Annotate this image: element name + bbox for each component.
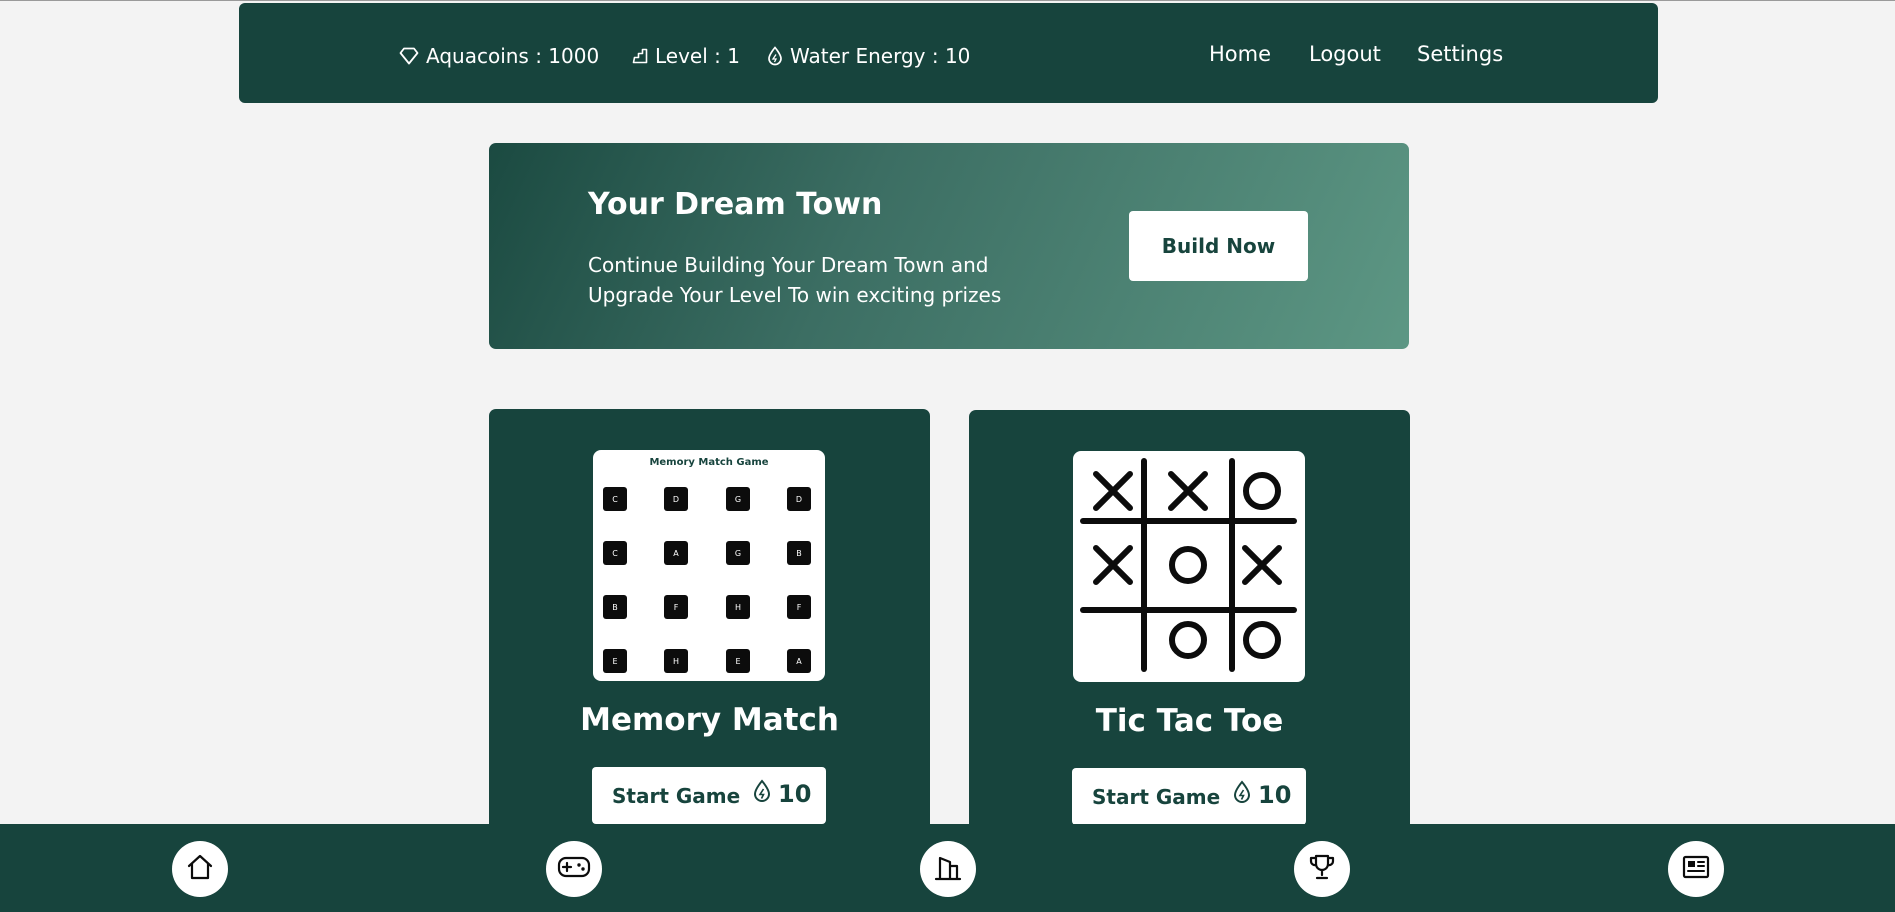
energy-cost: 10: [752, 779, 811, 809]
memory-tile: C: [603, 487, 627, 511]
top-header: Aquacoins : 1000 Level : 1 Water Energy …: [239, 3, 1658, 103]
memory-tile: D: [664, 487, 688, 511]
home-icon: [185, 852, 215, 886]
nav-home-link[interactable]: Home: [1209, 42, 1271, 66]
tic-tac-toe-thumbnail[interactable]: [1073, 451, 1305, 682]
o-mark: [1169, 546, 1207, 584]
thumbnail-title: Memory Match Game: [649, 457, 769, 468]
start-game-label: Start Game: [612, 784, 741, 808]
o-mark: [1243, 472, 1281, 510]
x-mark: [1242, 545, 1282, 585]
memory-tile: A: [787, 649, 811, 673]
energy-cost-value: 10: [1258, 781, 1292, 809]
energy-cost-value: 10: [778, 780, 812, 808]
memory-tile: H: [664, 649, 688, 673]
memory-tile: E: [726, 649, 750, 673]
water-energy-value: Water Energy : 10: [790, 44, 971, 68]
tic-tac-toe-board: [1080, 458, 1297, 672]
memory-tile: F: [664, 595, 688, 619]
aquacoins-stat: Aquacoins : 1000: [399, 42, 599, 70]
banner-description: Continue Building Your Dream Town and Up…: [588, 253, 1002, 307]
bottom-nav-news[interactable]: [1668, 841, 1724, 897]
window-top-border: [0, 0, 1895, 1]
level-stat: Level : 1: [632, 42, 740, 70]
buildings-icon: [933, 852, 963, 886]
memory-match-start-button[interactable]: Start Game 10: [592, 767, 826, 824]
memory-tile: G: [726, 487, 750, 511]
memory-tile: G: [726, 541, 750, 565]
bottom-nav-home[interactable]: [172, 841, 228, 897]
energy-cost: 10: [1232, 780, 1291, 810]
news-icon: [1681, 852, 1711, 886]
banner-title: Your Dream Town: [588, 187, 883, 222]
bottom-nav-town[interactable]: [920, 841, 976, 897]
trophy-icon: [1307, 852, 1337, 886]
water-energy-stat: Water Energy : 10: [767, 42, 970, 70]
build-now-button[interactable]: Build Now: [1129, 211, 1308, 281]
memory-tile: B: [787, 541, 811, 565]
memory-match-thumbnail[interactable]: Memory Match Game C D G D C A G B B F H …: [593, 450, 825, 681]
tic-tac-toe-start-button[interactable]: Start Game 10: [1072, 768, 1306, 825]
memory-tile: B: [603, 595, 627, 619]
gamepad-icon: [557, 854, 591, 884]
water-drop-icon: [752, 779, 772, 809]
o-mark: [1169, 621, 1207, 659]
memory-tile: F: [787, 595, 811, 619]
memory-match-card: Memory Match Game C D G D C A G B B F H …: [489, 409, 930, 849]
x-mark: [1168, 471, 1208, 511]
water-drop-icon: [1232, 780, 1252, 810]
nav-logout-link[interactable]: Logout: [1309, 42, 1381, 66]
nav-settings-link[interactable]: Settings: [1417, 42, 1503, 66]
diamond-icon: [399, 47, 419, 65]
bottom-nav-bar: [0, 824, 1895, 912]
o-mark: [1243, 621, 1281, 659]
tic-tac-toe-card: Tic Tac Toe Start Game 10: [969, 410, 1410, 850]
level-value: Level : 1: [655, 44, 740, 68]
water-drop-icon: [767, 46, 783, 66]
game-title: Memory Match: [580, 702, 839, 738]
memory-tile: D: [787, 487, 811, 511]
memory-tile: E: [603, 649, 627, 673]
start-game-label: Start Game: [1092, 785, 1221, 809]
bottom-nav-games[interactable]: [546, 841, 602, 897]
x-mark: [1093, 545, 1133, 585]
memory-tile: H: [726, 595, 750, 619]
game-title: Tic Tac Toe: [1095, 703, 1284, 739]
dream-town-banner: Your Dream Town Continue Building Your D…: [489, 143, 1409, 349]
x-mark: [1093, 471, 1133, 511]
memory-tile: A: [664, 541, 688, 565]
bottom-nav-leaderboard[interactable]: [1294, 841, 1350, 897]
stairs-icon: [632, 48, 648, 64]
aquacoins-value: Aquacoins : 1000: [426, 44, 600, 68]
memory-tile: C: [603, 541, 627, 565]
